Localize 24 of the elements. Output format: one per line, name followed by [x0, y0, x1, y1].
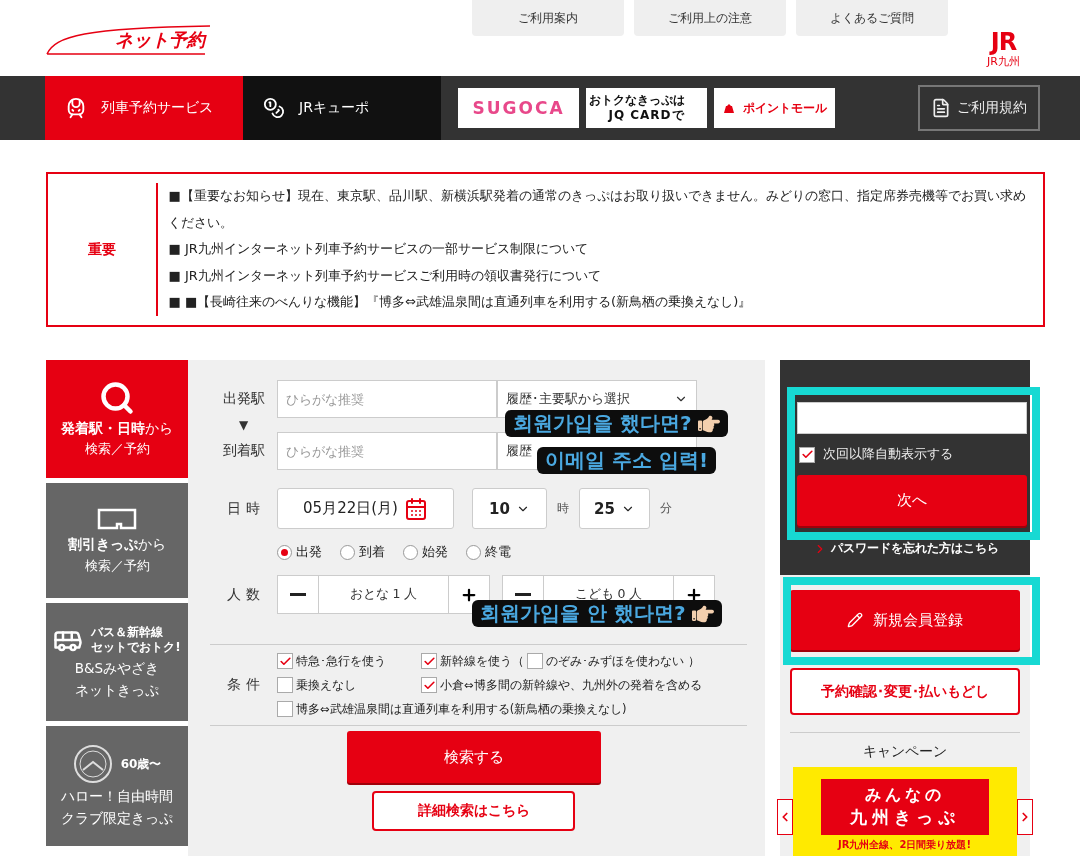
logo: ネット予約: [45, 24, 213, 56]
badge-text: バス＆新幹線: [91, 624, 164, 641]
unit-label: 分: [660, 500, 672, 517]
field-label: 到着駅: [221, 442, 266, 460]
card-title: ネットきっぷ: [75, 681, 159, 700]
card-title: B&Sみやざき: [74, 660, 160, 678]
badge-text: セットでおトク!: [91, 640, 181, 657]
card-title: ハロー！自由時間: [61, 788, 173, 806]
field-label: 日 時: [226, 499, 261, 518]
annotation-tooltip: 회원가입을 했다면?: [505, 410, 728, 437]
card-title: 発着駅・日時から: [61, 419, 173, 438]
annotation-tooltip: 이메일 주소 입력!: [537, 447, 717, 474]
jr-logo: JR JR九州: [987, 30, 1020, 69]
card-title: クラブ限定きっぷ: [61, 810, 173, 828]
field-label: 人 数: [226, 585, 261, 604]
badge-text: 60歳〜: [120, 756, 162, 773]
field-label: 条 件: [226, 676, 261, 694]
down-arrow: ▼: [237, 418, 250, 432]
unit-label: 時: [557, 500, 569, 517]
notice-label: 重要: [87, 240, 118, 259]
card-title: 割引きっぷから: [68, 536, 166, 554]
field-label: 出発駅: [221, 390, 266, 408]
annotation-tooltip: 회원가입을 안 했다면?: [472, 600, 722, 627]
campaign-heading: キャンペーン: [862, 743, 947, 761]
